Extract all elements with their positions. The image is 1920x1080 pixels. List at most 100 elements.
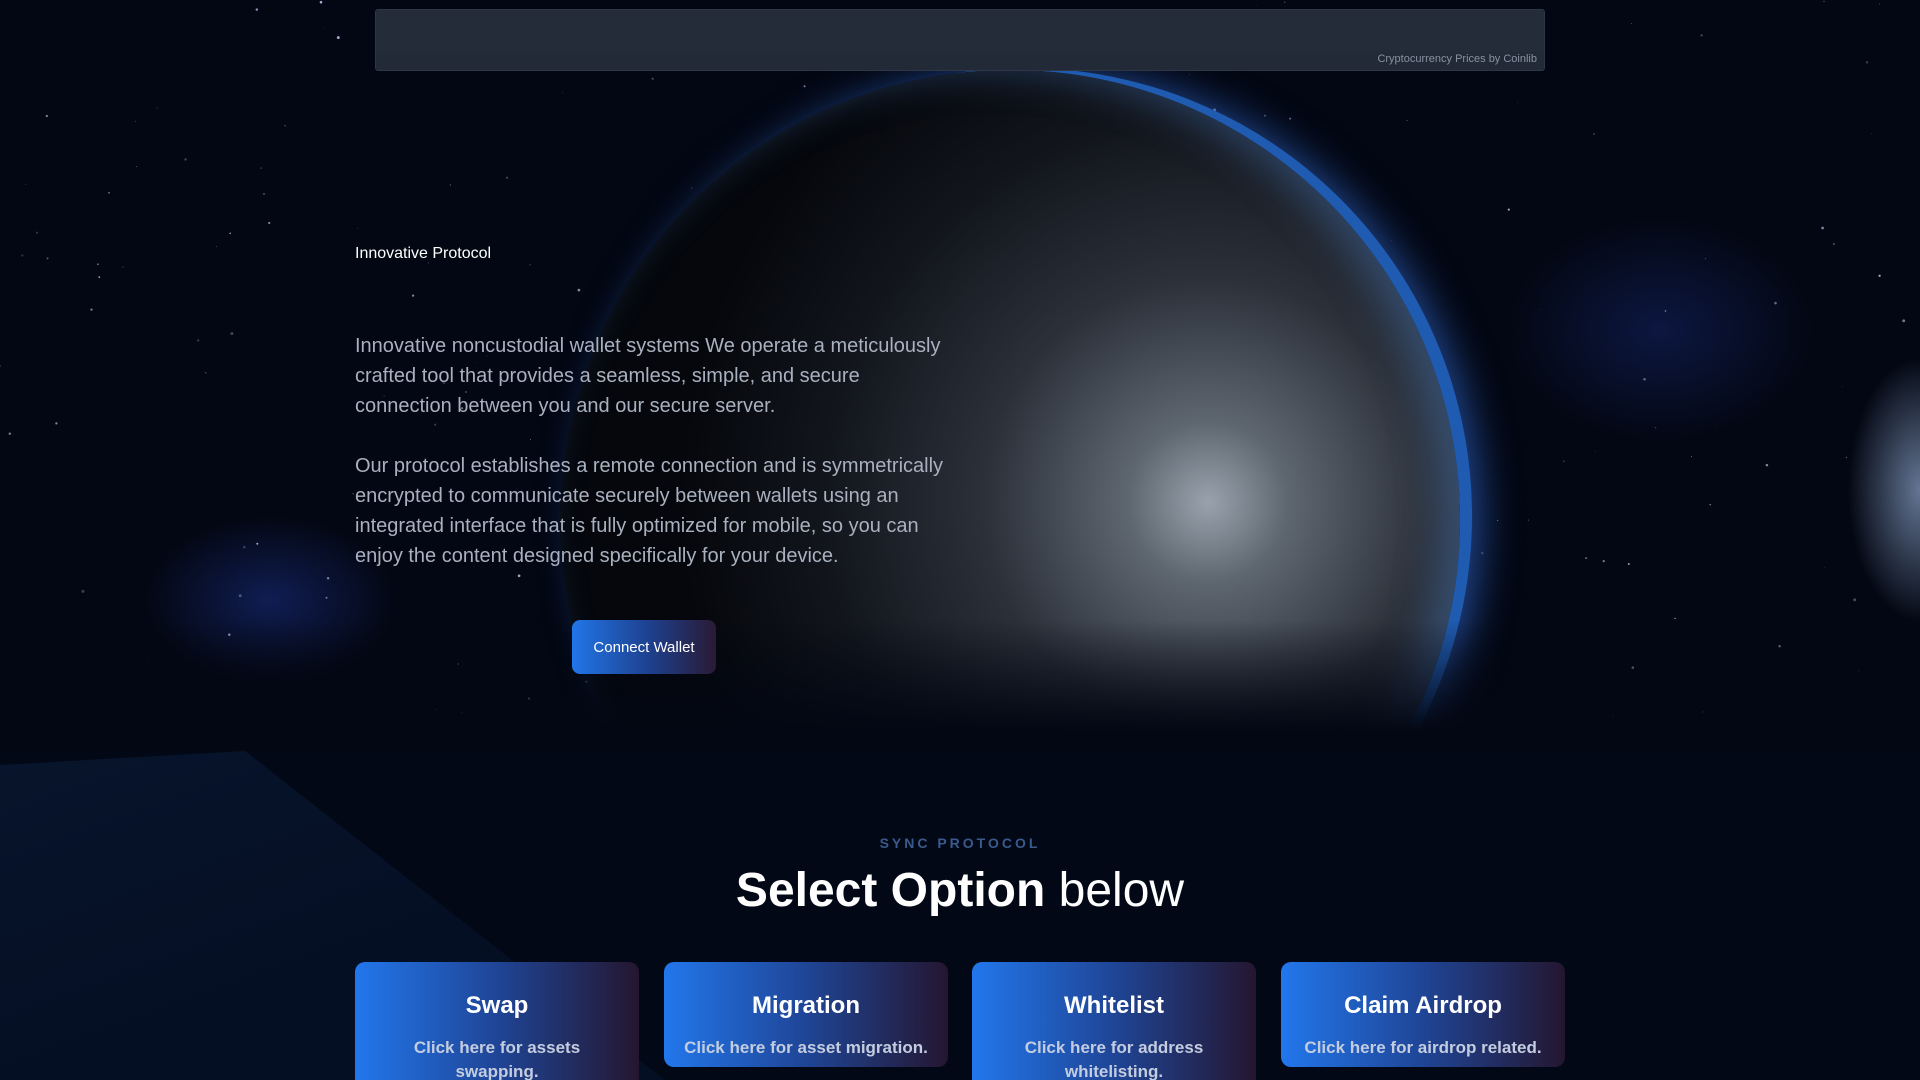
- section-kicker: SYNC PROTOCOL: [879, 835, 1041, 851]
- star: [651, 77, 654, 80]
- star: [204, 372, 207, 374]
- star: [1213, 108, 1216, 112]
- option-card-swap[interactable]: Swap Click here for assets swapping.: [355, 962, 639, 1080]
- star: [1853, 598, 1857, 602]
- star: [1585, 557, 1588, 560]
- star: [1878, 274, 1881, 277]
- star: [262, 192, 266, 196]
- star: [242, 545, 246, 549]
- hero-paragraph-1: Innovative noncustodial wallet systems W…: [355, 335, 941, 417]
- star: [1654, 427, 1657, 429]
- star: [1627, 563, 1630, 565]
- star: [1833, 243, 1835, 245]
- star: [1879, 3, 1881, 5]
- star: [108, 191, 110, 194]
- star: [229, 232, 232, 235]
- star: [45, 114, 48, 118]
- card-desc: Click here for asset migration.: [684, 1038, 928, 1057]
- card-desc: Click here for airdrop related.: [1304, 1038, 1542, 1057]
- star: [1664, 310, 1667, 312]
- star: [1674, 617, 1676, 620]
- star: [325, 596, 328, 599]
- heading-light: below: [1058, 864, 1185, 917]
- card-desc: Click here for address whitelisting.: [1024, 1038, 1204, 1080]
- option-card-whitelist[interactable]: Whitelist Click here for address whiteli…: [972, 962, 1256, 1080]
- star: [35, 231, 39, 234]
- star: [1540, 309, 1542, 310]
- star: [1562, 460, 1565, 463]
- star: [1391, 239, 1393, 241]
- card-title: Claim Airdrop: [1344, 992, 1502, 1019]
- star: [98, 276, 101, 278]
- star: [1774, 301, 1777, 305]
- card-title: Migration: [752, 992, 860, 1019]
- star: [1527, 519, 1529, 521]
- star: [268, 221, 271, 225]
- star: [357, 227, 359, 229]
- star: [1189, 74, 1191, 76]
- page: Cryptocurrency Prices by Coinlib Innovat…: [0, 0, 1920, 1080]
- star: [1700, 34, 1703, 37]
- star: [136, 166, 138, 168]
- star: [1704, 258, 1707, 260]
- star: [196, 339, 200, 342]
- star: [1517, 102, 1519, 104]
- star: [434, 423, 437, 426]
- star: [449, 184, 452, 186]
- connect-wallet-button[interactable]: Connect Wallet: [572, 620, 716, 674]
- star: [1709, 503, 1711, 506]
- star: [803, 85, 806, 88]
- star: [1823, 0, 1825, 3]
- star: [336, 36, 340, 40]
- star: [25, 183, 27, 185]
- star: [326, 577, 330, 580]
- option-card-migration[interactable]: Migration Click here for asset migration…: [664, 962, 948, 1067]
- star: [215, 245, 217, 247]
- star: [319, 0, 323, 4]
- star: [1865, 61, 1869, 64]
- star: [255, 8, 258, 11]
- star: [8, 432, 12, 435]
- star: [1870, 133, 1872, 134]
- star: [122, 266, 124, 268]
- star: [238, 594, 242, 598]
- card-title: Swap: [465, 992, 529, 1019]
- star: [156, 107, 158, 109]
- star: [1256, 5, 1257, 7]
- star: [411, 294, 415, 297]
- star: [134, 120, 136, 122]
- price-ticker-widget[interactable]: Cryptocurrency Prices by Coinlib: [375, 9, 1545, 71]
- star: [1841, 385, 1843, 387]
- hero-fade: [0, 620, 1920, 751]
- star: [97, 263, 99, 265]
- star: [1690, 455, 1692, 457]
- star: [1594, 450, 1596, 452]
- star: [284, 125, 286, 127]
- card-title: Whitelist: [1064, 992, 1164, 1019]
- star: [1631, 23, 1632, 24]
- star: [0, 365, 2, 367]
- star: [1289, 117, 1292, 120]
- hero-background: [0, 0, 1920, 970]
- star: [1263, 114, 1267, 117]
- option-card-claim-airdrop[interactable]: Claim Airdrop Click here for airdrop rel…: [1281, 962, 1565, 1067]
- hero-paragraph-2: Our protocol establishes a remote connec…: [355, 455, 944, 567]
- hero-eyebrow: Innovative Protocol: [355, 245, 492, 262]
- star: [55, 422, 58, 425]
- star: [46, 257, 49, 260]
- star: [1497, 519, 1499, 522]
- star: [1902, 319, 1906, 323]
- star: [1821, 226, 1824, 230]
- star: [260, 167, 262, 169]
- star: [691, 187, 693, 189]
- star: [1643, 378, 1646, 381]
- star: [1406, 119, 1408, 121]
- section-heading: Select Option below: [0, 863, 1920, 918]
- star: [256, 542, 259, 545]
- star: [1602, 559, 1605, 563]
- star: [81, 589, 85, 593]
- star: [1845, 456, 1848, 459]
- ticker-strip: [376, 10, 1544, 52]
- star: [517, 574, 521, 578]
- ticker-credit-link[interactable]: Cryptocurrency Prices by Coinlib: [1377, 53, 1537, 65]
